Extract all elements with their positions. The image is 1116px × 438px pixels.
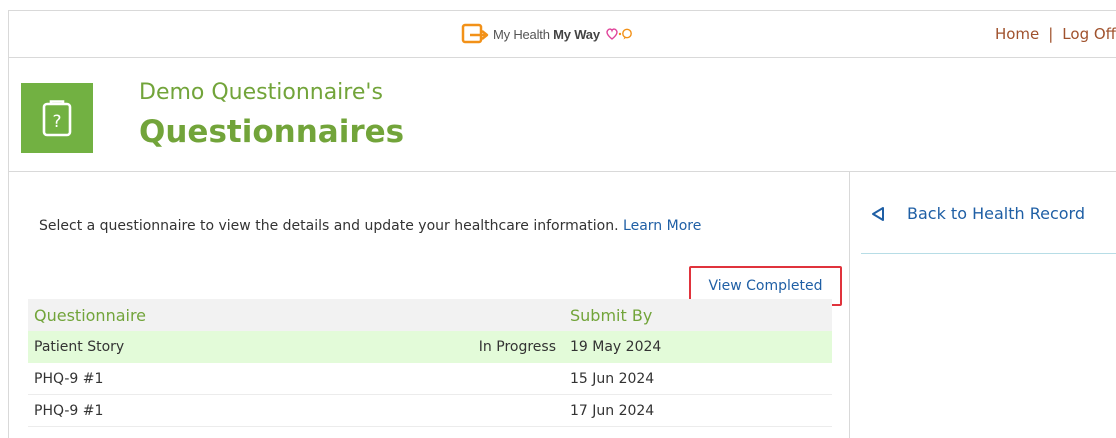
table-row[interactable]: Patient Story In Progress 19 May 2024 bbox=[28, 331, 832, 363]
top-nav: Home | Log Off bbox=[995, 11, 1116, 57]
page-title: Questionnaires bbox=[139, 114, 405, 150]
table-row[interactable]: PHQ-9 #1 15 Jun 2024 bbox=[28, 363, 832, 395]
back-link-label: Back to Health Record bbox=[907, 204, 1085, 223]
sidebar-divider bbox=[861, 253, 1116, 254]
questionnaire-name: PHQ-9 #1 bbox=[34, 402, 104, 419]
submit-by-date: 15 Jun 2024 bbox=[570, 370, 655, 387]
questionnaire-name: PHQ-9 #1 bbox=[34, 370, 104, 387]
nav-separator: | bbox=[1048, 25, 1054, 43]
top-bar: My Health My Way Home | Log Off bbox=[8, 10, 1116, 58]
back-to-health-record-link[interactable]: Back to Health Record bbox=[871, 204, 1085, 223]
column-header-submit-by: Submit By bbox=[570, 305, 653, 325]
table-header: Questionnaire Submit By bbox=[28, 299, 832, 331]
triangle-left-outline-icon bbox=[872, 206, 884, 221]
logo: My Health My Way bbox=[461, 22, 632, 46]
intro-text: Select a questionnaire to view the detai… bbox=[39, 218, 701, 234]
logo-arrow-icon bbox=[461, 23, 489, 44]
logo-text: My Health My Way bbox=[493, 26, 600, 42]
clipboard-question-icon: ? bbox=[42, 100, 72, 137]
learn-more-link[interactable]: Learn More bbox=[623, 218, 701, 234]
home-link[interactable]: Home bbox=[995, 25, 1039, 43]
page-header: ? Demo Questionnaire's Questionnaires bbox=[8, 58, 1116, 172]
questionnaire-name: Patient Story bbox=[34, 339, 125, 355]
intro-sentence: Select a questionnaire to view the detai… bbox=[39, 218, 624, 234]
svg-text:?: ? bbox=[52, 112, 61, 132]
column-header-questionnaire: Questionnaire bbox=[34, 305, 147, 325]
main-content: Select a questionnaire to view the detai… bbox=[8, 172, 850, 438]
sidebar: Back to Health Record bbox=[851, 172, 1116, 438]
table-row[interactable]: PHQ-9 #1 17 Jun 2024 bbox=[28, 395, 832, 427]
questionnaire-table: Questionnaire Submit By Patient Story In… bbox=[28, 299, 832, 427]
submit-by-date: 17 Jun 2024 bbox=[570, 402, 655, 419]
questionnaire-icon-tile: ? bbox=[21, 83, 93, 153]
questionnaire-status: In Progress bbox=[478, 339, 556, 355]
heart-chat-icon bbox=[606, 28, 632, 40]
page-subtitle: Demo Questionnaire's bbox=[139, 80, 383, 105]
submit-by-date: 19 May 2024 bbox=[570, 339, 662, 355]
logoff-link[interactable]: Log Off bbox=[1062, 25, 1116, 43]
